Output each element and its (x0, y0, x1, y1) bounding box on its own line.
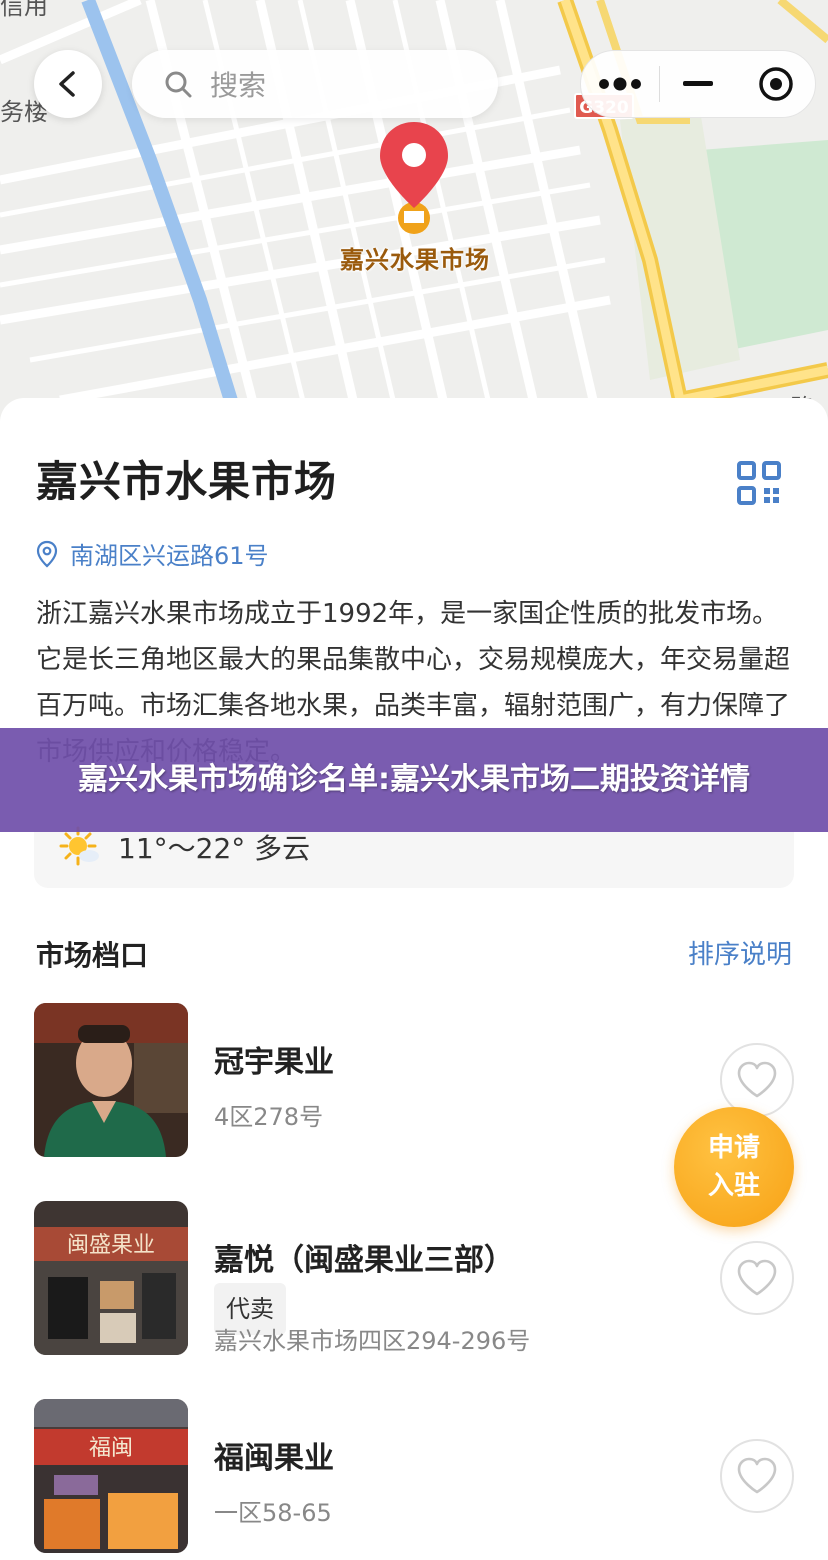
qr-code-icon[interactable] (736, 460, 782, 506)
page-title: 嘉兴市水果市场 (36, 457, 338, 506)
search-placeholder: 搜索 (210, 69, 267, 102)
market-detail-sheet: 嘉兴市水果市场 南湖区兴运路61号 浙江嘉兴水果市场成立于1992年，是一家国企… (0, 398, 828, 1560)
stall-photo: 福闽 (34, 1399, 188, 1553)
map-view[interactable]: 信用 务楼 路 G320 嘉兴水果市场 搜索 (0, 0, 828, 430)
stall-location: 4区278号 (214, 1103, 324, 1131)
stall-location: 一区58-65 (214, 1499, 332, 1527)
location-marker-icon (36, 540, 58, 567)
favorite-button[interactable] (720, 1439, 794, 1513)
section-title: 市场档口 (36, 939, 149, 972)
favorite-button[interactable] (720, 1043, 794, 1117)
stall-photo: 闽盛果业 (34, 1201, 188, 1355)
chevron-left-icon (59, 71, 75, 97)
sort-info-link[interactable]: 排序说明 (688, 934, 792, 971)
weather-text: 11°～22° 多云 (118, 832, 311, 865)
search-input[interactable]: 搜索 (132, 50, 498, 118)
minimize-button[interactable] (659, 51, 737, 117)
banner-text: 嘉兴水果市场确诊名单:嘉兴水果市场二期投资详情 (78, 762, 750, 797)
heart-icon (737, 1259, 777, 1296)
stall-name: 冠宇果业 (214, 1045, 334, 1080)
list-item[interactable]: 福闽 福闽果业 一区58-65 (34, 1399, 794, 1555)
list-item[interactable]: 冠宇果业 4区278号 (34, 1003, 794, 1159)
address-row[interactable]: 南湖区兴运路61号 (36, 536, 269, 571)
apply-join-button[interactable]: 申请 入驻 (674, 1107, 794, 1227)
stall-sign-text: 闽盛果业 (67, 1232, 155, 1257)
list-item[interactable]: 闽盛果业 嘉悦（闽盛果业三部） 代卖 嘉兴水果市场四区294-296号 (34, 1201, 794, 1357)
search-icon (165, 71, 192, 98)
map-pin-label: 嘉兴水果市场 (340, 246, 490, 274)
close-button[interactable] (737, 51, 815, 117)
more-button[interactable] (581, 51, 659, 117)
stall-name: 嘉悦（闽盛果业三部） (214, 1243, 514, 1278)
mini-program-capsule (580, 50, 816, 118)
more-dots-icon (598, 77, 641, 91)
apply-join-label: 入驻 (707, 1171, 760, 1201)
stall-sign-text: 福闽 (89, 1435, 133, 1460)
heart-icon (737, 1061, 777, 1098)
apply-join-label: 申请 (707, 1133, 760, 1163)
back-button[interactable] (34, 50, 102, 118)
overlay-banner: 嘉兴水果市场确诊名单:嘉兴水果市场二期投资详情 (0, 728, 828, 832)
target-close-icon (759, 67, 793, 101)
stall-photo (34, 1003, 188, 1157)
stall-location: 嘉兴水果市场四区294-296号 (214, 1327, 531, 1355)
location-pin-icon[interactable] (378, 120, 450, 210)
map-label: 信用 (0, 0, 48, 20)
address-text: 南湖区兴运路61号 (70, 542, 269, 570)
heart-icon (737, 1457, 777, 1494)
stall-name: 福闽果业 (214, 1441, 334, 1476)
favorite-button[interactable] (720, 1241, 794, 1315)
minus-icon (683, 81, 714, 86)
